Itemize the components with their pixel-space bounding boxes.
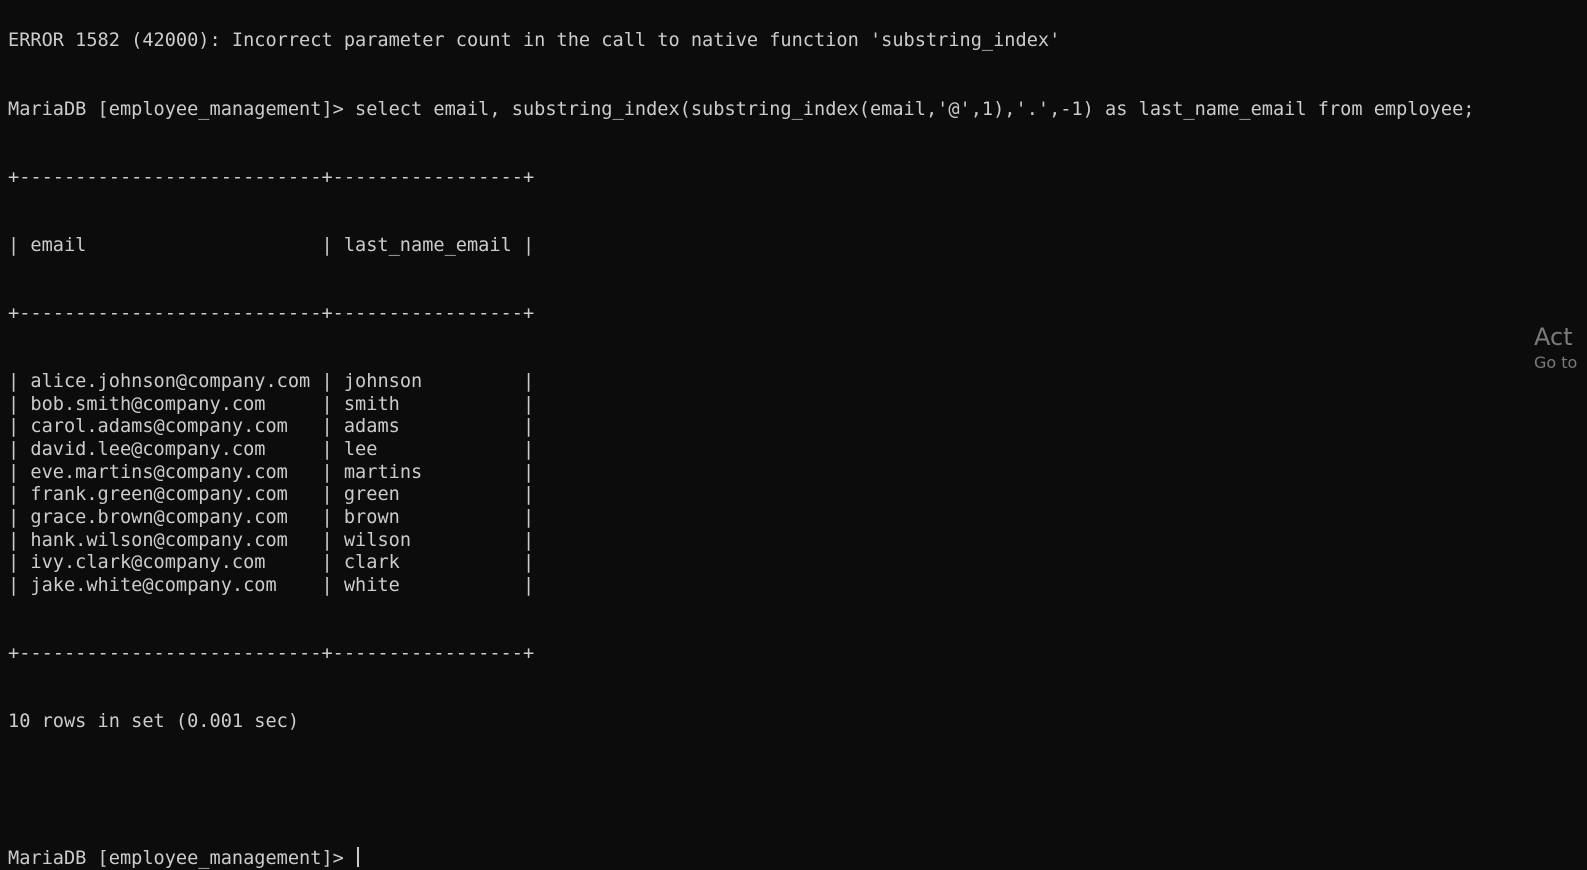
prompt: MariaDB [employee_management]> [8, 98, 356, 120]
cell-last-name: lee [343, 438, 378, 460]
cell-last-name: green [343, 484, 400, 506]
cell-padding: | [399, 507, 535, 528]
cell-padding: | [287, 461, 344, 483]
result-summary: 10 rows in set (0.001 sec) [8, 711, 300, 733]
table-row: | david.lee@company.com | lee | [8, 439, 1587, 462]
error-line: ERROR 1582 (42000): Incorrect parameter … [8, 30, 1061, 52]
cell-padding: | [422, 461, 535, 483]
cell-email: david.lee@company.com [30, 438, 266, 460]
table-row: | hank.wilson@company.com | wilson | [8, 530, 1587, 553]
cell-padding: | [287, 484, 344, 506]
cell-email: grace.brown@company.com [30, 507, 288, 528]
activate-windows-watermark: Act Go to [1534, 322, 1577, 374]
table-pipe: | [8, 484, 31, 506]
table-pipe: | [8, 552, 31, 574]
cell-padding: | [265, 393, 344, 415]
table-header: | email | last_name_email | [8, 234, 535, 256]
cell-padding: | [287, 416, 344, 438]
cell-padding: | [399, 552, 535, 574]
cell-last-name: brown [343, 507, 400, 528]
cell-last-name: johnson [343, 370, 423, 392]
cell-email: hank.wilson@company.com [30, 529, 288, 551]
table-row: | jake.white@company.com | white | [8, 575, 1587, 598]
cell-padding: | [265, 552, 344, 574]
cell-padding: | [399, 393, 535, 415]
cell-email: alice.johnson@company.com [30, 370, 311, 392]
table-row: | bob.smith@company.com | smith | [8, 394, 1587, 417]
cell-email: carol.adams@company.com [30, 416, 288, 438]
cell-email: eve.martins@company.com [30, 461, 288, 483]
cell-padding: | [265, 438, 344, 460]
cell-last-name: clark [343, 552, 400, 574]
table-pipe: | [8, 370, 31, 392]
cell-last-name: smith [343, 393, 400, 415]
cell-padding: | [422, 370, 535, 392]
table-pipe: | [8, 507, 31, 528]
table-body: | alice.johnson@company.com | johnson | |… [8, 371, 1587, 598]
terminal-output[interactable]: ERROR 1582 (42000): Incorrect parameter … [8, 0, 1587, 870]
watermark-subtitle: Go to [1534, 353, 1578, 372]
command-line: MariaDB [employee_management]> select em… [8, 99, 1587, 122]
text-cursor [357, 847, 360, 868]
cell-padding: | [399, 575, 535, 597]
cell-padding: | [377, 438, 535, 460]
cell-email: frank.green@company.com [30, 484, 288, 506]
table-pipe: | [8, 461, 31, 483]
cell-padding: | [276, 575, 344, 597]
table-pipe: | [8, 438, 31, 460]
table-pipe: | [8, 575, 31, 597]
cell-email: bob.smith@company.com [30, 393, 266, 415]
cell-email: jake.white@company.com [30, 575, 277, 597]
table-pipe: | [8, 529, 31, 551]
table-row: | grace.brown@company.com | brown | [8, 507, 1587, 530]
cell-last-name: wilson [343, 529, 412, 551]
table-border-mid: +---------------------------+-----------… [8, 302, 535, 324]
table-row: | ivy.clark@company.com | clark | [8, 552, 1587, 575]
cell-padding: | [399, 484, 535, 506]
cell-last-name: adams [343, 416, 400, 438]
watermark-title: Act [1534, 323, 1573, 351]
cell-padding: | [310, 370, 344, 392]
table-row: | frank.green@company.com | green | [8, 484, 1587, 507]
cell-padding: | [411, 529, 535, 551]
table-row: | carol.adams@company.com | adams | [8, 416, 1587, 439]
sql-query: select email, substring_index(substring_… [355, 98, 1475, 120]
table-row: | eve.martins@company.com | martins | [8, 462, 1587, 485]
input-line[interactable]: MariaDB [employee_management]> [8, 847, 1587, 870]
cell-padding: | [287, 529, 344, 551]
table-border-bottom: +---------------------------+-----------… [8, 643, 535, 665]
table-row: | alice.johnson@company.com | johnson | [8, 371, 1587, 394]
final-prompt: MariaDB [employee_management]> [8, 848, 356, 870]
table-pipe: | [8, 416, 31, 438]
cell-padding: | [287, 507, 344, 528]
cell-last-name: martins [343, 461, 423, 483]
table-border-top: +---------------------------+-----------… [8, 166, 535, 188]
cell-last-name: white [343, 575, 400, 597]
cell-padding: | [399, 416, 535, 438]
table-pipe: | [8, 393, 31, 415]
cell-email: ivy.clark@company.com [30, 552, 266, 574]
